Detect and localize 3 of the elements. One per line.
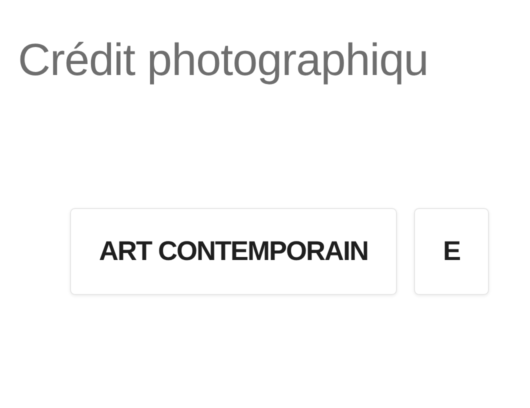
category-tag[interactable]: E <box>414 208 490 295</box>
category-tag[interactable]: ART CONTEMPORAIN <box>70 208 397 295</box>
page-title: Crédit photographiqu <box>17 33 430 87</box>
